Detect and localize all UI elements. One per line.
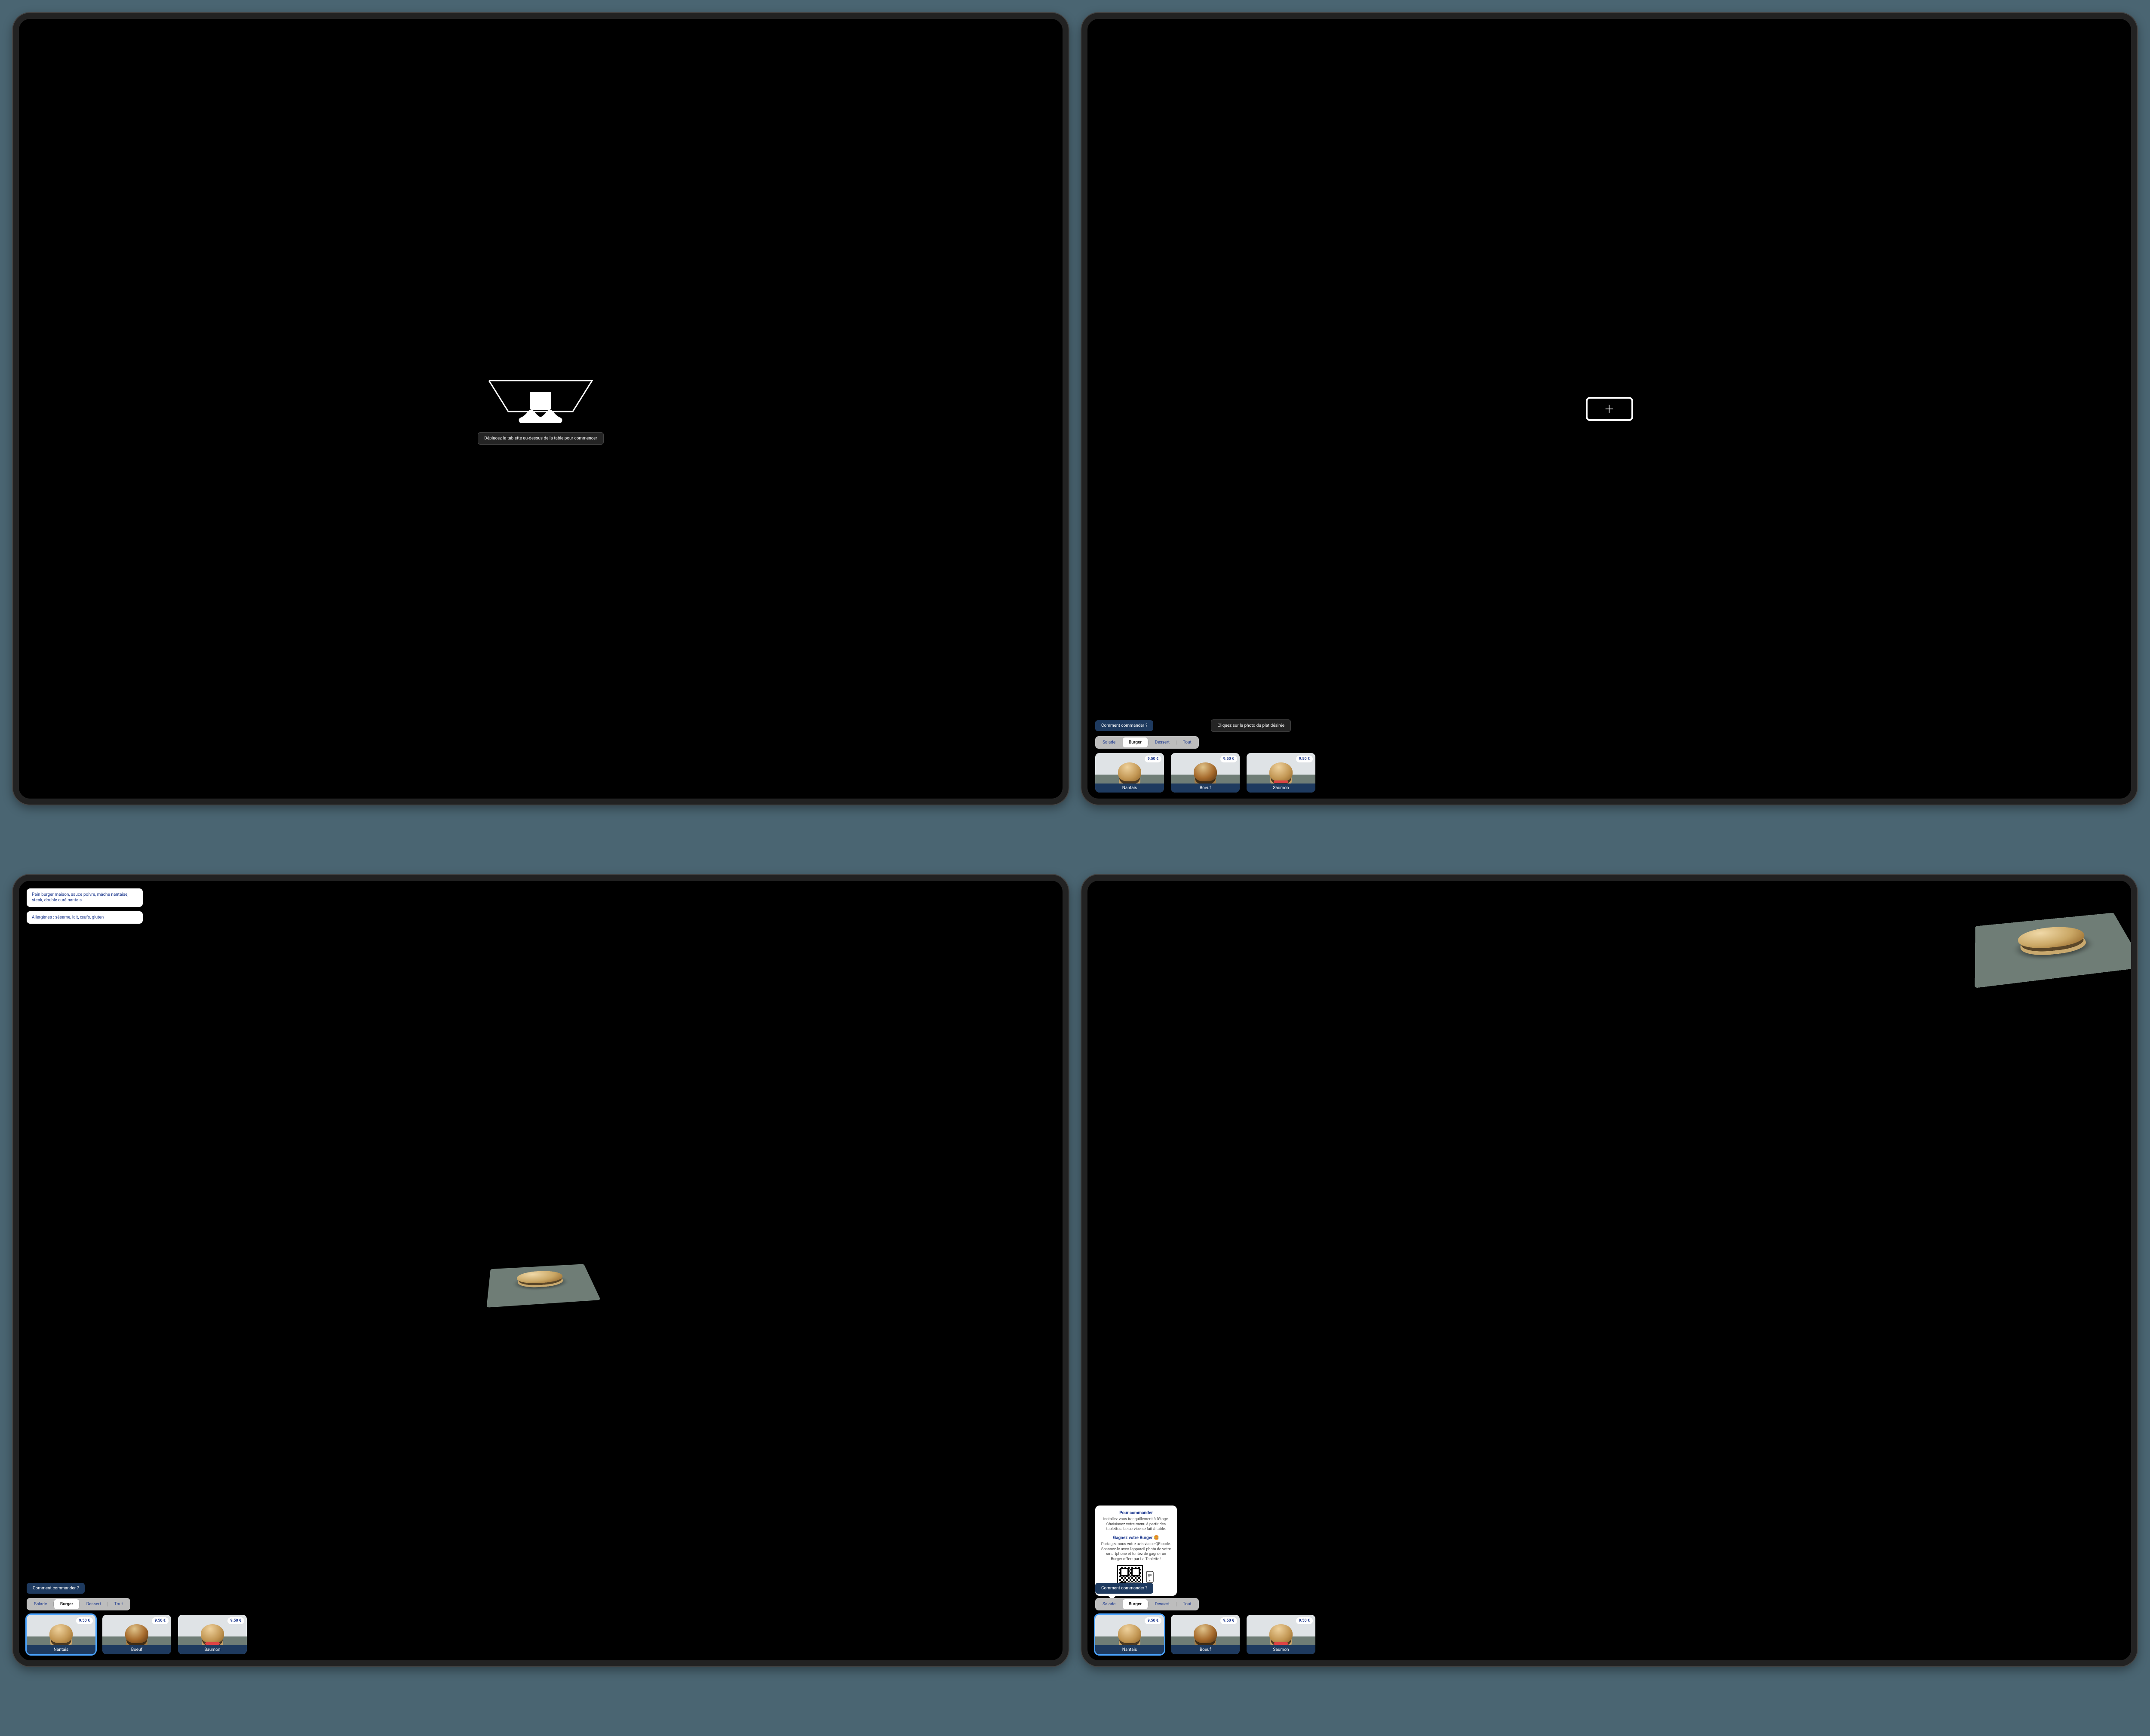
burger-icon (1269, 762, 1293, 781)
burger-icon (1118, 1624, 1141, 1643)
tablet-screen-2: + Comment commander ? Cliquez sur la pho… (1081, 13, 2137, 805)
price-badge: 9.50 € (1220, 756, 1237, 762)
dish-name-label: Boeuf (1171, 784, 1240, 793)
dish-name-label: Boeuf (1171, 1645, 1240, 1654)
price-badge: 9.50 € (1296, 1617, 1313, 1624)
category-tab-dessert[interactable]: Dessert (80, 1599, 107, 1609)
price-badge: 9.50 € (1145, 1617, 1161, 1624)
menu-card-row: 9.50 € Nantais 9.50 € Boeuf 9.50 € Saumon (1095, 1615, 2123, 1654)
instruction-toast: Déplacez la tablette au-dessus de la tab… (478, 432, 603, 445)
tablet-screen-4: Pour commander Installez-vous tranquille… (1081, 875, 2137, 1666)
how-to-order-button[interactable]: Comment commander ? (27, 1583, 85, 1594)
dish-name-label: Nantais (1095, 1645, 1164, 1654)
price-badge: 9.50 € (76, 1617, 93, 1624)
tablet-screen-3: Pain burger maison, sauce poivre, mâche … (13, 875, 1069, 1666)
ar-viewport[interactable] (1087, 881, 2131, 1660)
tablet-screen-1: Déplacez la tablette au-dessus de la tab… (13, 13, 1069, 805)
price-badge: 9.50 € (1296, 756, 1313, 762)
dish-name-label: Boeuf (102, 1645, 171, 1654)
category-tab-dessert[interactable]: Dessert (1149, 1599, 1176, 1609)
category-tab-salade[interactable]: Salade (1096, 737, 1121, 747)
menu-card-saumon[interactable]: 9.50 € Saumon (178, 1615, 247, 1654)
dish-name-label: Saumon (178, 1645, 247, 1654)
price-badge: 9.50 € (1145, 756, 1161, 762)
burger-icon (1118, 762, 1141, 781)
burger-icon (1194, 762, 1217, 781)
burger-icon (49, 1624, 73, 1643)
dish-name-label: Nantais (1095, 784, 1164, 793)
ar-viewport[interactable] (19, 881, 1063, 1660)
menu-card-nantais[interactable]: 9.50 € Nantais (27, 1615, 95, 1654)
category-tab-burger[interactable]: Burger (1123, 1599, 1148, 1609)
menu-card-boeuf[interactable]: 9.50 € Boeuf (1171, 753, 1240, 793)
menu-card-row: 9.50 € Nantais 9.50 € Boeuf 9.50 € Saumon (1095, 753, 2123, 793)
category-tab-tout[interactable]: Tout (1177, 737, 1198, 747)
dish-3d-render[interactable] (486, 1264, 601, 1307)
category-tab-dessert[interactable]: Dessert (1149, 737, 1176, 747)
category-tab-tout[interactable]: Tout (108, 1599, 129, 1609)
add-placement-target-icon[interactable]: + (1586, 397, 1633, 421)
scan-table-illustration: Déplacez la tablette au-dessus de la tab… (478, 373, 603, 445)
menu-card-nantais[interactable]: 9.50 € Nantais (1095, 753, 1164, 793)
category-tab-burger[interactable]: Burger (1123, 737, 1148, 747)
category-tab-burger[interactable]: Burger (54, 1599, 79, 1609)
menu-card-row: 9.50 € Nantais 9.50 € Boeuf 9.50 € Saumon (27, 1615, 1055, 1654)
dish-name-label: Nantais (27, 1645, 95, 1654)
category-tab-salade[interactable]: Salade (1096, 1599, 1121, 1609)
menu-card-boeuf[interactable]: 9.50 € Boeuf (1171, 1615, 1240, 1654)
ar-viewport: Déplacez la tablette au-dessus de la tab… (19, 19, 1063, 799)
menu-card-saumon[interactable]: 9.50 € Saumon (1247, 1615, 1315, 1654)
category-segmented-control[interactable]: Salade|Burger|Dessert|Tout (1095, 736, 1199, 749)
category-tab-salade[interactable]: Salade (28, 1599, 53, 1609)
category-segmented-control[interactable]: Salade|Burger|Dessert|Tout (27, 1598, 130, 1610)
hands-holding-tablet-over-table-icon (485, 373, 596, 424)
menu-card-saumon[interactable]: 9.50 € Saumon (1247, 753, 1315, 793)
burger-icon (1194, 1624, 1217, 1643)
price-badge: 9.50 € (1220, 1617, 1237, 1624)
dish-name-label: Saumon (1247, 1645, 1315, 1654)
how-to-order-button[interactable]: Comment commander ? (1095, 1583, 1153, 1594)
burger-icon (1269, 1624, 1293, 1643)
ar-viewport: + (1087, 19, 2131, 799)
category-segmented-control[interactable]: Salade|Burger|Dessert|Tout (1095, 1598, 1199, 1610)
menu-card-boeuf[interactable]: 9.50 € Boeuf (102, 1615, 171, 1654)
burger-icon (125, 1624, 148, 1643)
price-badge: 9.50 € (227, 1617, 244, 1624)
burger-icon (201, 1624, 224, 1643)
how-to-order-button[interactable]: Comment commander ? (1095, 720, 1153, 731)
dish-name-label: Saumon (1247, 784, 1315, 793)
price-badge: 9.50 € (152, 1617, 169, 1624)
menu-card-nantais[interactable]: 9.50 € Nantais (1095, 1615, 1164, 1654)
dish-3d-render[interactable] (1975, 913, 2137, 988)
click-photo-hint: Cliquez sur la photo du plat désirée (1211, 719, 1291, 732)
category-tab-tout[interactable]: Tout (1177, 1599, 1198, 1609)
